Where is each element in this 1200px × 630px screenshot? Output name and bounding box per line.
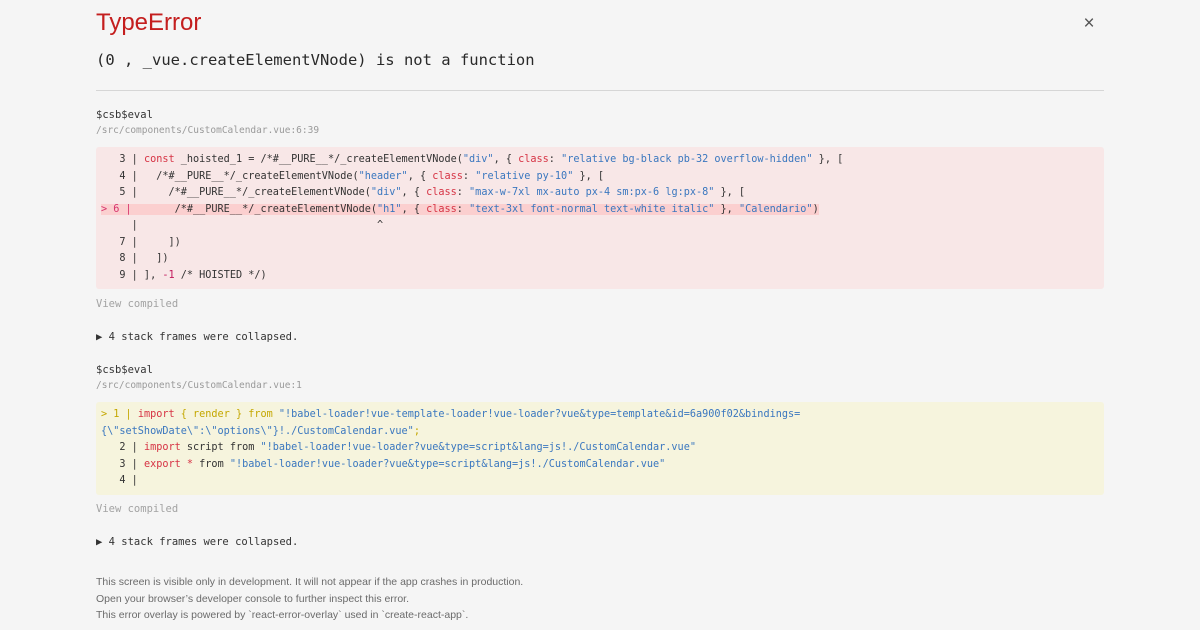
view-compiled-link[interactable]: View compiled [96,503,178,515]
footer-line: Open your browser’s developer console to… [96,592,410,605]
code-line-caret: | ^ [101,220,384,231]
code-line: 8 | ]) [101,253,169,264]
code-line-highlighted: {\"setShowDate\":\"options\"}!./CustomCa… [101,425,420,437]
divider [96,90,1104,91]
code-line: 3 | export * from "!babel-loader!vue-loa… [101,458,666,470]
view-compiled-link[interactable]: View compiled [96,298,178,310]
code-snippet: 3 | const _hoisted_1 = /*#__PURE__*/_cre… [96,147,1104,289]
code-line: 9 | ], -1 /* HOISTED */) [101,269,267,281]
close-icon[interactable]: × [1080,14,1098,34]
footer-line: This screen is visible only in developme… [96,576,524,588]
error-title: TypeError [96,9,202,36]
code-line-highlighted: > 1 | import { render } from "!babel-loa… [101,409,801,420]
code-line: 4 | /*#__PURE__*/_createElementVNode("he… [101,170,604,182]
collapsed-frames-toggle[interactable]: ▶ 4 stack frames were collapsed. [96,331,298,343]
code-line-highlighted: > 6 | /*#__PURE__*/_createElementVNode("… [101,203,819,215]
frame-function: $csb$eval [96,364,153,376]
code-line: 4 | [101,475,138,486]
code-line: 2 | import script from "!babel-loader!vu… [101,442,696,453]
frame-location[interactable]: /src/components/CustomCalendar.vue:6:39 [96,125,319,136]
code-line: 7 | ]) [101,236,181,248]
error-message: (0 , _vue.createElementVNode) is not a f… [96,51,535,69]
code-snippet: > 1 | import { render } from "!babel-loa… [96,402,1104,495]
code-line: 5 | /*#__PURE__*/_createElementVNode("di… [101,187,746,198]
footer-line: This error overlay is powered by `react-… [96,609,469,621]
footer-note: This screen is visible only in developme… [96,574,523,624]
code-line: 3 | const _hoisted_1 = /*#__PURE__*/_cre… [101,154,844,165]
frame-location[interactable]: /src/components/CustomCalendar.vue:1 [96,380,302,391]
collapsed-frames-toggle[interactable]: ▶ 4 stack frames were collapsed. [96,536,298,548]
frame-function: $csb$eval [96,109,153,121]
